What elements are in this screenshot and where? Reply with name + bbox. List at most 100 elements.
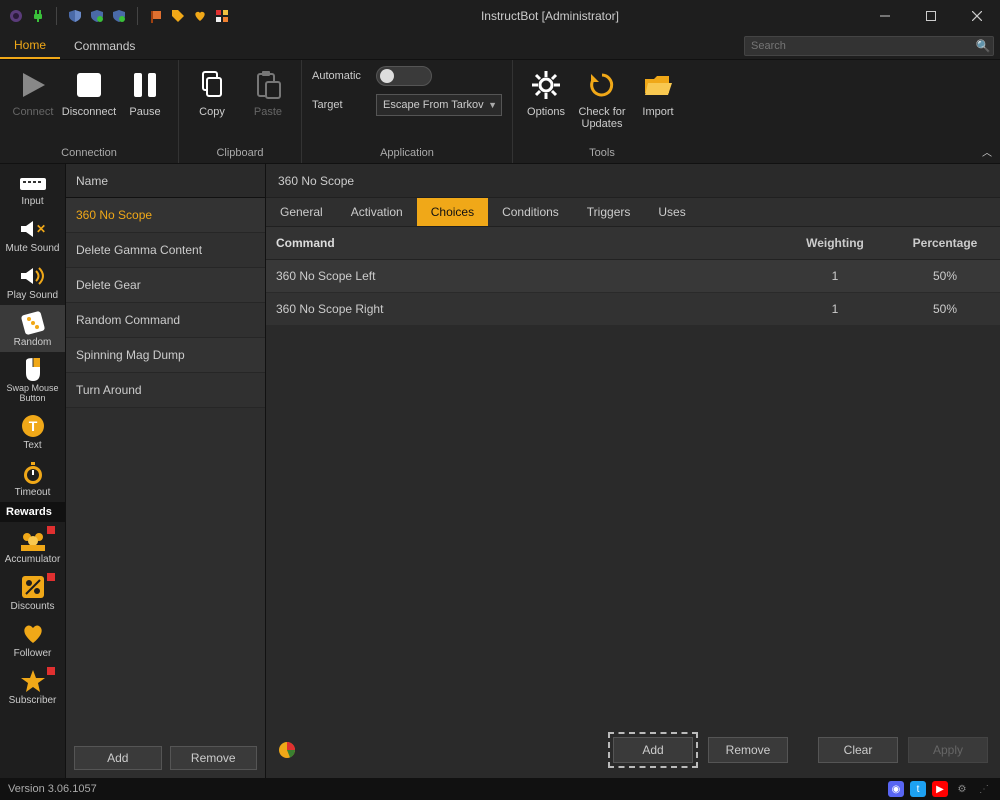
tab-conditions[interactable]: Conditions: [488, 198, 573, 226]
clear-button[interactable]: Clear: [818, 737, 898, 763]
shield-icon-2[interactable]: [89, 8, 105, 24]
tab-uses[interactable]: Uses: [644, 198, 699, 226]
detail-panel: 360 No Scope General Activation Choices …: [266, 164, 1000, 778]
copy-button[interactable]: Copy: [185, 64, 239, 144]
tab-activation[interactable]: Activation: [337, 198, 417, 226]
target-combo[interactable]: Escape From Tarkov ▼: [376, 94, 502, 116]
disconnect-button[interactable]: Disconnect: [62, 64, 116, 144]
heart-icon[interactable]: [192, 8, 208, 24]
target-label: Target: [312, 99, 366, 111]
tab-home[interactable]: Home: [0, 32, 60, 59]
ribbon: Connect Disconnect Pause Connection Copy…: [0, 60, 1000, 164]
text-icon: T: [18, 413, 48, 439]
main: Input ✕ Mute Sound Play Sound Random Swa…: [0, 164, 1000, 778]
pie-chart-icon[interactable]: [278, 741, 296, 759]
chevron-down-icon: ▼: [488, 100, 497, 110]
command-list-item[interactable]: Turn Around: [66, 373, 265, 408]
sidebar-item-discounts[interactable]: Discounts: [0, 569, 65, 616]
th-command[interactable]: Command: [266, 227, 780, 259]
resize-grip-icon[interactable]: ⋰: [976, 781, 992, 797]
titlebar-quick-icons: [0, 7, 238, 25]
maximize-button[interactable]: [908, 0, 954, 32]
notification-badge: [47, 667, 55, 675]
command-list-item[interactable]: Spinning Mag Dump: [66, 338, 265, 373]
command-list: Name 360 No Scope Delete Gamma Content D…: [66, 164, 266, 778]
shield-icon-3[interactable]: [111, 8, 127, 24]
import-button[interactable]: Import: [631, 64, 685, 144]
connect-button[interactable]: Connect: [6, 64, 60, 144]
th-percentage[interactable]: Percentage: [890, 227, 1000, 259]
automatic-toggle[interactable]: [376, 66, 432, 86]
ribbon-group-label: Application: [302, 144, 512, 163]
command-list-item[interactable]: 360 No Scope: [66, 198, 265, 233]
discord-icon[interactable]: ◉: [888, 781, 904, 797]
youtube-icon[interactable]: ▶: [932, 781, 948, 797]
search-input[interactable]: [745, 40, 973, 52]
options-button[interactable]: Options: [519, 64, 573, 144]
check-updates-button[interactable]: Check for Updates: [575, 64, 629, 144]
detail-title: 360 No Scope: [266, 164, 1000, 198]
command-list-header[interactable]: Name: [66, 164, 265, 198]
tab-commands[interactable]: Commands: [60, 32, 149, 59]
ribbon-group-application: Automatic Target Escape From Tarkov ▼ Ap…: [302, 60, 513, 163]
menubar: Home Commands 🔍: [0, 32, 1000, 60]
notification-badge: [47, 526, 55, 534]
sidebar-item-play-sound[interactable]: Play Sound: [0, 258, 65, 305]
pause-icon: [128, 68, 162, 102]
tag-icon[interactable]: [170, 8, 186, 24]
flag-icon[interactable]: [148, 8, 164, 24]
stopwatch-icon: [18, 460, 48, 486]
sidebar-item-timeout[interactable]: Timeout: [0, 455, 65, 502]
apply-button[interactable]: Apply: [908, 737, 988, 763]
paste-button[interactable]: Paste: [241, 64, 295, 144]
copy-icon: [195, 68, 229, 102]
ribbon-collapse-button[interactable]: ︿: [982, 144, 992, 159]
people-icon: [18, 527, 48, 553]
keyboard-icon: [18, 169, 48, 195]
minimize-button[interactable]: [862, 0, 908, 32]
twitter-icon[interactable]: t: [910, 781, 926, 797]
sidebar-item-swap-mouse[interactable]: Swap Mouse Button: [0, 352, 65, 408]
command-list-item[interactable]: Delete Gamma Content: [66, 233, 265, 268]
sidebar-item-text[interactable]: T Text: [0, 408, 65, 455]
sidebar-item-input[interactable]: Input: [0, 164, 65, 211]
ribbon-group-tools: Options Check for Updates Import Tools: [513, 60, 691, 163]
tab-triggers[interactable]: Triggers: [573, 198, 645, 226]
td-percentage: 50%: [890, 260, 1000, 292]
remove-command-button[interactable]: Remove: [170, 746, 258, 770]
td-command: 360 No Scope Right: [266, 293, 780, 325]
command-list-item[interactable]: Delete Gear: [66, 268, 265, 303]
folder-open-icon: [641, 68, 675, 102]
add-choice-button[interactable]: Add: [613, 737, 693, 763]
sidebar-item-accumulator[interactable]: Accumulator: [0, 522, 65, 569]
play-icon: [16, 68, 50, 102]
th-weighting[interactable]: Weighting: [780, 227, 890, 259]
tab-general[interactable]: General: [266, 198, 337, 226]
grid-icon[interactable]: [214, 8, 230, 24]
search-icon[interactable]: 🔍: [973, 39, 993, 53]
table-row[interactable]: 360 No Scope Right 1 50%: [266, 293, 1000, 326]
command-list-item[interactable]: Random Command: [66, 303, 265, 338]
plug-icon[interactable]: [30, 8, 46, 24]
search-box[interactable]: 🔍: [744, 36, 994, 56]
ribbon-group-clipboard: Copy Paste Clipboard: [179, 60, 302, 163]
remove-choice-button[interactable]: Remove: [708, 737, 788, 763]
pause-button[interactable]: Pause: [118, 64, 172, 144]
add-command-button[interactable]: Add: [74, 746, 162, 770]
version-label: Version 3.06.1057: [8, 783, 97, 795]
add-highlight: Add: [608, 732, 698, 768]
status-icon[interactable]: ⚙: [954, 781, 970, 797]
table-row[interactable]: 360 No Scope Left 1 50%: [266, 260, 1000, 293]
sidebar-item-subscriber[interactable]: Subscriber: [0, 663, 65, 710]
command-list-items: 360 No Scope Delete Gamma Content Delete…: [66, 198, 265, 738]
sidebar-item-random[interactable]: Random: [0, 305, 65, 352]
detail-tabs: General Activation Choices Conditions Tr…: [266, 198, 1000, 227]
tab-choices[interactable]: Choices: [417, 198, 488, 226]
shield-icon[interactable]: [67, 8, 83, 24]
divider: [56, 7, 57, 25]
sidebar-item-mute-sound[interactable]: ✕ Mute Sound: [0, 211, 65, 258]
sidebar-rewards-header: Rewards: [0, 502, 65, 522]
ribbon-group-connection: Connect Disconnect Pause Connection: [0, 60, 179, 163]
close-button[interactable]: [954, 0, 1000, 32]
sidebar-item-follower[interactable]: Follower: [0, 616, 65, 663]
